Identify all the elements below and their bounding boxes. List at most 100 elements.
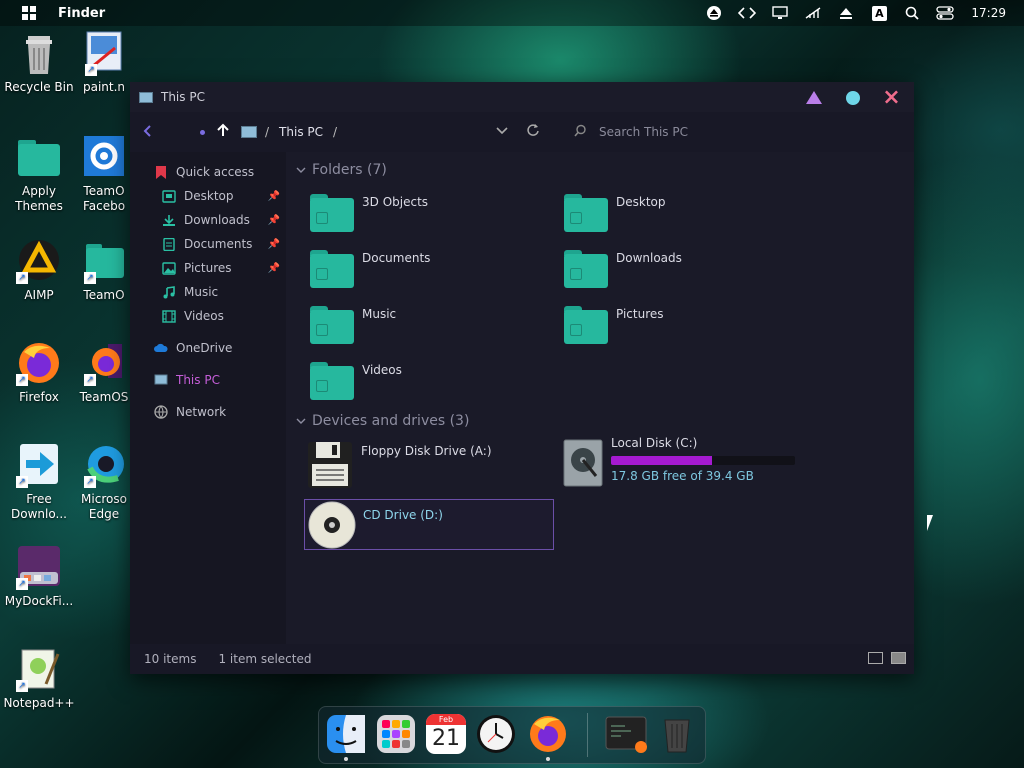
dock-launchpad-icon[interactable] bbox=[376, 714, 416, 754]
drive-local-disk-c[interactable]: Local Disk (C:) 17.8 GB free of 39.4 GB bbox=[544, 436, 795, 496]
top-menu-bar: Finder A 17:29 bbox=[0, 0, 1024, 26]
folder-icon bbox=[310, 250, 354, 288]
folder-name: Videos bbox=[362, 363, 402, 377]
chevron-down-icon bbox=[296, 164, 306, 177]
aimp-icon: ↗ bbox=[16, 238, 62, 284]
dock-clock-icon[interactable] bbox=[476, 714, 516, 754]
desktop-icon-aimp[interactable]: ↗ AIMP bbox=[0, 238, 78, 303]
forward-button[interactable] bbox=[200, 129, 205, 135]
eject-icon[interactable] bbox=[703, 4, 725, 22]
status-bar: 10 items 1 item selected bbox=[130, 644, 914, 674]
folder-videos[interactable]: Videos bbox=[286, 360, 536, 410]
desktop-icon-teamos[interactable]: ↗ TeamO bbox=[74, 238, 134, 303]
upload-icon[interactable] bbox=[835, 4, 857, 22]
window-title: This PC bbox=[161, 90, 205, 104]
back-button[interactable] bbox=[142, 123, 152, 142]
folder-3d-objects[interactable]: 3D Objects bbox=[286, 192, 536, 242]
desktop-icon-teamos-facebook[interactable]: TeamO Facebo bbox=[74, 134, 134, 214]
film-icon bbox=[162, 309, 176, 323]
sidebar-item-this-pc[interactable]: This PC bbox=[130, 368, 286, 392]
drive-free-space: 17.8 GB free of 39.4 GB bbox=[611, 469, 754, 483]
toggle-icon[interactable] bbox=[934, 4, 956, 22]
minimize-button[interactable] bbox=[805, 89, 822, 106]
folder-downloads[interactable]: Downloads bbox=[540, 248, 790, 298]
desktop-icon-mydock[interactable]: ↗ MyDockFi... bbox=[0, 544, 78, 609]
pin-icon[interactable]: 📌 bbox=[268, 239, 280, 250]
drive-floppy[interactable]: Floppy Disk Drive (A:) bbox=[286, 440, 536, 494]
sidebar-item-documents[interactable]: Documents 📌 bbox=[130, 232, 286, 256]
desktop-icon-label: Free Downlo... bbox=[11, 492, 67, 521]
close-button[interactable]: × bbox=[882, 87, 900, 109]
code-icon[interactable] bbox=[736, 4, 758, 22]
dock-trash-icon[interactable] bbox=[657, 714, 697, 754]
window-titlebar[interactable]: This PC × bbox=[130, 82, 914, 112]
notepad-plus-plus-icon: ↗ bbox=[16, 646, 62, 692]
folder-pictures[interactable]: Pictures bbox=[540, 304, 790, 354]
sidebar-item-label: Network bbox=[176, 405, 227, 419]
windows-logo-icon[interactable] bbox=[22, 6, 36, 20]
sidebar-item-videos[interactable]: Videos bbox=[130, 304, 286, 328]
dock-firefox-icon[interactable] bbox=[528, 714, 568, 754]
active-app-name[interactable]: Finder bbox=[58, 6, 105, 21]
folder-icon bbox=[310, 362, 354, 400]
maximize-button[interactable] bbox=[844, 89, 861, 106]
dock-terminal-icon[interactable] bbox=[605, 714, 647, 754]
monitor-icon[interactable] bbox=[769, 4, 791, 22]
folder-icon bbox=[310, 194, 354, 232]
sidebar-item-desktop[interactable]: Desktop 📌 bbox=[130, 184, 286, 208]
search-icon[interactable] bbox=[901, 4, 923, 22]
folder-icon: ↗ bbox=[84, 238, 124, 284]
desktop-icon-label: TeamO bbox=[83, 288, 125, 302]
pin-icon[interactable]: 📌 bbox=[268, 215, 280, 226]
mouse-pointer-icon bbox=[927, 515, 933, 531]
desktop-icon-paint[interactable]: ↗ paint.n bbox=[74, 30, 134, 95]
devices-group-header[interactable]: Devices and drives (3) bbox=[296, 413, 469, 429]
desktop-icon-label: Microso Edge bbox=[81, 492, 127, 521]
cd-disc-icon bbox=[308, 501, 356, 551]
keyboard-layout-icon[interactable]: A bbox=[868, 4, 890, 22]
desktop-icon-recycle-bin[interactable]: Recycle Bin bbox=[0, 30, 78, 95]
shortcut-arrow-icon: ↗ bbox=[84, 374, 96, 386]
large-icons-view-button[interactable] bbox=[891, 652, 906, 664]
folder-documents[interactable]: Documents bbox=[286, 248, 536, 298]
desktop-icon-label: Firefox bbox=[19, 390, 59, 404]
folder-name: Music bbox=[362, 307, 397, 321]
sidebar-item-pictures[interactable]: Pictures 📌 bbox=[130, 256, 286, 280]
folder-icon bbox=[16, 134, 62, 180]
dock-calendar-icon[interactable]: Feb 21 bbox=[426, 714, 466, 754]
sidebar-item-label: This PC bbox=[176, 373, 220, 387]
desktop-icon-free-download[interactable]: ↗ Free Downlo... bbox=[0, 442, 78, 522]
sidebar-item-quick-access[interactable]: Quick access bbox=[130, 160, 286, 184]
pin-icon[interactable]: 📌 bbox=[268, 191, 280, 202]
desktop-icon-firefox[interactable]: ↗ Firefox bbox=[0, 340, 78, 405]
desktop-icon-teamos-firefox[interactable]: ↗ TeamOS bbox=[74, 340, 134, 405]
network-off-icon[interactable] bbox=[802, 4, 824, 22]
details-view-button[interactable] bbox=[868, 652, 883, 664]
breadcrumb-this-pc[interactable]: This PC bbox=[279, 125, 323, 139]
desktop-icon-notepad[interactable]: ↗ Notepad++ bbox=[0, 646, 78, 711]
sidebar-item-label: Desktop bbox=[184, 189, 234, 203]
folder-desktop[interactable]: Desktop bbox=[540, 192, 790, 242]
sidebar-item-onedrive[interactable]: OneDrive bbox=[130, 336, 286, 360]
folders-group-header[interactable]: Folders (7) bbox=[296, 162, 387, 178]
refresh-button[interactable] bbox=[526, 123, 540, 141]
desktop-icon-label: paint.n bbox=[82, 80, 126, 94]
sidebar-item-network[interactable]: Network bbox=[130, 400, 286, 424]
document-icon bbox=[162, 237, 176, 251]
desktop-icon-apply-themes[interactable]: Apply Themes bbox=[0, 134, 78, 214]
folder-music[interactable]: Music bbox=[286, 304, 536, 354]
desktop-icon-edge[interactable]: ↗ Microso Edge bbox=[74, 442, 134, 522]
search-input[interactable]: Search This PC bbox=[574, 120, 894, 144]
chevron-down-icon[interactable] bbox=[496, 124, 508, 138]
sidebar-item-music[interactable]: Music bbox=[130, 280, 286, 304]
circle-icon bbox=[845, 90, 860, 105]
clock[interactable]: 17:29 bbox=[971, 6, 1006, 20]
folder-name: Documents bbox=[362, 251, 431, 265]
breadcrumb-separator[interactable]: / bbox=[333, 125, 337, 139]
dock-finder-icon[interactable] bbox=[326, 714, 366, 754]
sidebar-item-downloads[interactable]: Downloads 📌 bbox=[130, 208, 286, 232]
pin-icon[interactable]: 📌 bbox=[268, 263, 280, 274]
drive-cd-d[interactable]: CD Drive (D:) bbox=[304, 499, 554, 550]
up-button[interactable] bbox=[217, 123, 229, 141]
running-indicator bbox=[344, 757, 348, 761]
